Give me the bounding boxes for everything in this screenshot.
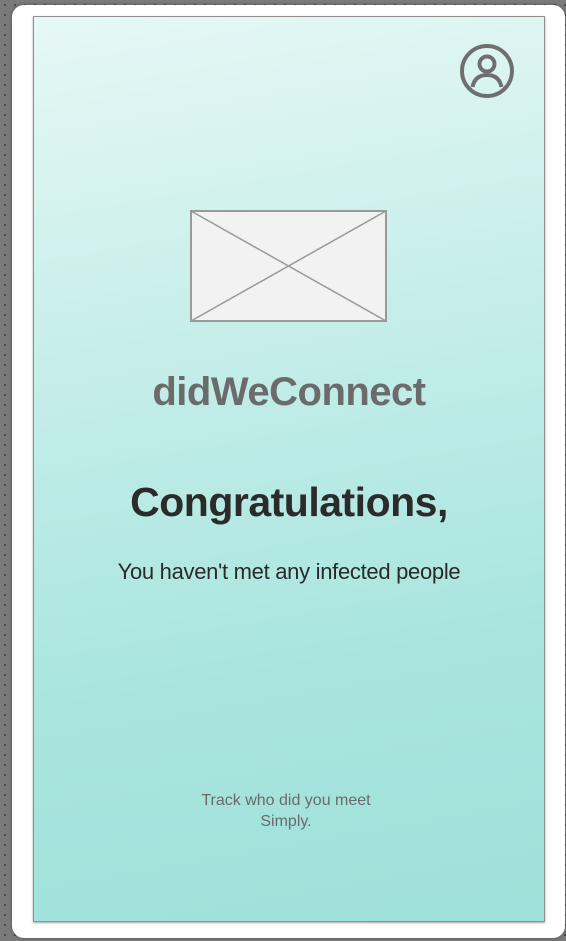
user-profile-icon[interactable] [458,42,516,100]
image-placeholder-icon [190,210,387,322]
device-frame: didWeConnect Congratulations, You haven'… [12,5,565,938]
app-screen: didWeConnect Congratulations, You haven'… [33,16,545,922]
status-message: You haven't met any infected people [117,559,461,584]
tagline: Track who did you meet Simply. [34,790,538,832]
tagline-line-2: Simply. [260,813,312,830]
status-heading: Congratulations, [130,479,448,525]
app-name: didWeConnect [152,370,426,414]
tagline-line-1: Track who did you meet [201,792,371,809]
